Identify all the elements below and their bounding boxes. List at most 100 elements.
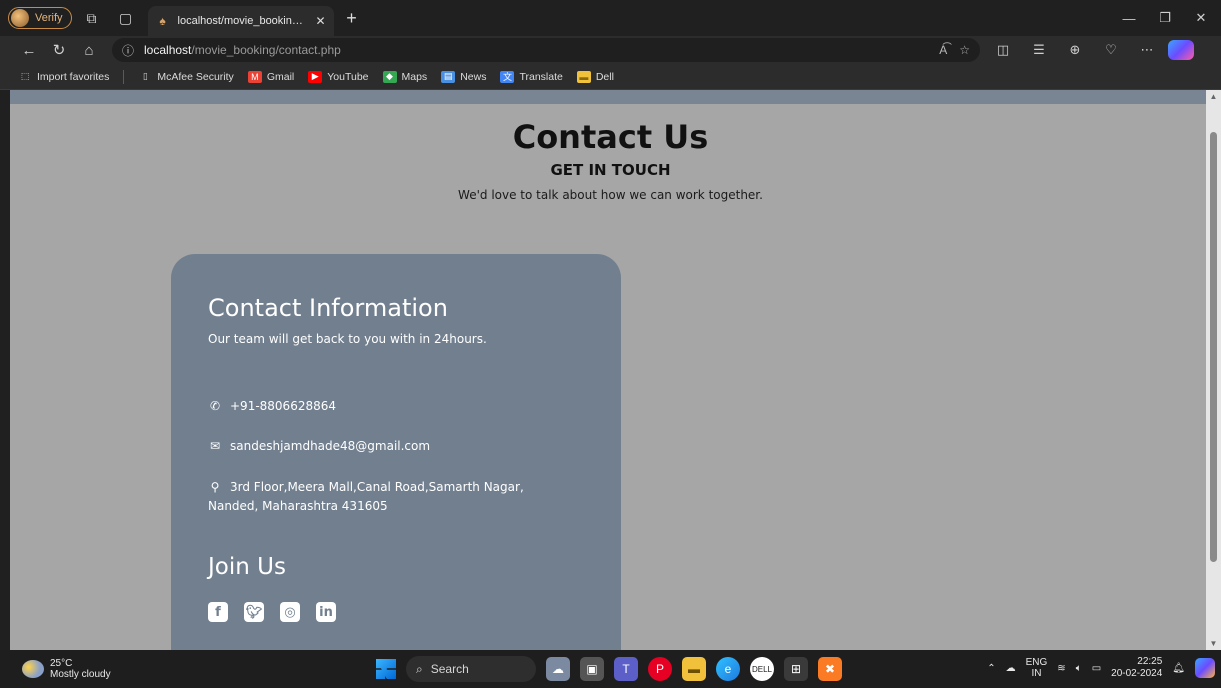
edge-icon[interactable]: e [716, 657, 740, 681]
copilot-icon[interactable] [1168, 40, 1194, 60]
contact-phone[interactable]: ✆ +91-8806628864 [208, 399, 336, 413]
weather-cloud-icon [22, 660, 44, 678]
news-icon: ▤ [441, 70, 456, 83]
url-path: /movie_booking/contact.php [191, 43, 341, 57]
dell-icon[interactable]: DELL [750, 657, 774, 681]
page-header-strip [10, 90, 1206, 104]
restore-icon[interactable]: ❐ [1151, 4, 1179, 32]
close-tab-icon[interactable]: ✕ [315, 14, 325, 28]
email-address: sandeshjamdhade48@gmail.com [230, 439, 431, 453]
home-icon[interactable]: ⌂ [74, 37, 104, 63]
widgets-app-icon[interactable]: ☁ [546, 657, 570, 681]
search-label: Search [430, 662, 469, 676]
tray-overflow-icon[interactable]: ⌃ [987, 663, 995, 674]
windows-taskbar: 1 25°C Mostly cloudy ⌕ Search ☁ ▣ T P ▬ … [0, 650, 1221, 688]
contact-card-subtitle: Our team will get back to you with in 24… [208, 332, 487, 346]
envelope-icon: ✉ [209, 439, 221, 453]
onedrive-icon[interactable]: ☁ [1006, 663, 1016, 674]
address-toolbar: ← ↻ ⌂ ⓘ localhost/movie_booking/contact.… [0, 36, 1221, 64]
new-tab-icon[interactable]: + [338, 4, 366, 32]
temperature: 25°C [50, 658, 73, 669]
refresh-icon[interactable]: ↻ [44, 37, 74, 63]
address-line-1: 3rd Floor,Meera Mall,Canal Road,Samarth … [230, 480, 524, 494]
search-icon: ⌕ [416, 661, 423, 676]
address-bar-actions: A͡ ☆ [939, 43, 970, 57]
tab-active[interactable]: ♠ localhost/movie_booking/contac ✕ [147, 6, 334, 36]
contact-address: ⚲ 3rd Floor,Meera Mall,Canal Road,Samart… [208, 480, 524, 494]
tab-actions-icon[interactable]: ▢ [112, 4, 140, 32]
profile-label: Verify [35, 12, 63, 24]
task-view-icon[interactable]: ▣ [580, 657, 604, 681]
join-us-title: Join Us [208, 554, 286, 580]
teams-icon[interactable]: T [614, 657, 638, 681]
bookmark-translate[interactable]: 文 Translate [500, 70, 563, 83]
taskbar-apps: ⌕ Search ☁ ▣ T P ▬ e DELL ⊞ ✖ [376, 656, 842, 682]
address-bar[interactable]: ⓘ localhost/movie_booking/contact.php A͡… [112, 38, 980, 62]
social-links: f 🐦︎ ◎ in [208, 602, 336, 622]
twitter-icon[interactable]: 🐦︎ [244, 602, 264, 622]
battery-icon[interactable]: ▭ [1092, 663, 1101, 674]
notification-bell-icon[interactable]: 🔔︎ [1172, 663, 1185, 674]
contact-info-card: Contact Information Our team will get ba… [171, 254, 621, 654]
bookmark-maps[interactable]: ◆ Maps [382, 70, 427, 83]
back-icon[interactable]: ← [14, 37, 44, 63]
page-subtitle: GET IN TOUCH [550, 161, 671, 179]
favorite-star-icon[interactable]: ☆ [959, 43, 970, 57]
page-icon: ▯ [142, 71, 148, 81]
favorites-icon[interactable]: ☰ [1024, 37, 1054, 63]
weather-widget[interactable]: 1 25°C Mostly cloudy [22, 658, 111, 680]
bookmark-gmail[interactable]: M Gmail [247, 70, 294, 83]
taskbar-search[interactable]: ⌕ Search [406, 656, 536, 682]
copilot-taskbar-icon[interactable] [1195, 658, 1215, 678]
browser-essentials-icon[interactable]: ♡ [1096, 37, 1126, 63]
split-screen-icon[interactable]: ◫ [988, 37, 1018, 63]
browser-titlebar: Verify ⧉ ▢ ♠ localhost/movie_booking/con… [0, 0, 1221, 36]
address-line-2: Nanded, Maharashtra 431605 [208, 499, 388, 513]
bookmark-mcafee[interactable]: ▯ McAfee Security [138, 71, 234, 83]
volume-icon[interactable]: 🔈︎ [1076, 663, 1082, 674]
bookmark-youtube[interactable]: ▶ YouTube [308, 70, 369, 83]
url-text: localhost/movie_booking/contact.php [144, 43, 341, 57]
map-pin-icon: ⚲ [210, 480, 220, 494]
phone-icon: ✆ [209, 399, 221, 413]
collections-icon[interactable]: ⊕ [1060, 37, 1090, 63]
url-host: localhost [144, 43, 192, 57]
language-indicator[interactable]: ENG IN [1026, 657, 1048, 679]
start-icon[interactable] [376, 659, 396, 679]
bookmark-separator [123, 69, 125, 84]
pinterest-icon[interactable]: P [648, 657, 672, 681]
close-window-icon[interactable]: ✕ [1187, 4, 1215, 32]
file-explorer-icon[interactable]: ▬ [682, 657, 706, 681]
minimize-icon[interactable]: — [1115, 4, 1143, 32]
workspaces-icon[interactable]: ⧉ [78, 4, 106, 32]
facebook-icon[interactable]: f [208, 602, 228, 622]
xampp-icon[interactable]: ✖ [818, 657, 842, 681]
translate-icon: 文 [500, 70, 515, 83]
folder-icon: ▬ [576, 70, 591, 83]
scroll-up-icon[interactable]: ▲ [1209, 92, 1218, 101]
bookmark-import-favorites[interactable]: ⬚ Import favorites [18, 71, 110, 83]
site-favicon-icon: ♠ [159, 14, 166, 28]
weather-condition: Mostly cloudy [50, 669, 111, 680]
tab-title: localhost/movie_booking/contac [177, 15, 308, 27]
more-options-icon[interactable]: ⋯ [1132, 37, 1162, 63]
wifi-icon[interactable]: ≋ [1057, 663, 1065, 674]
import-icon: ⬚ [20, 71, 30, 81]
contact-email[interactable]: ✉ sandeshjamdhade48@gmail.com [208, 439, 430, 453]
bookmark-news[interactable]: ▤ News [441, 70, 486, 83]
scroll-down-icon[interactable]: ▼ [1209, 639, 1218, 648]
store-icon[interactable]: ⊞ [784, 657, 808, 681]
bookmarks-bar: ⬚ Import favorites ▯ McAfee Security M Gmai… [0, 64, 1221, 90]
profile-button[interactable]: Verify [8, 7, 72, 29]
linkedin-icon[interactable]: in [316, 602, 336, 622]
instagram-icon[interactable]: ◎ [280, 602, 300, 622]
system-tray: ⌃ ☁ ENG IN ≋ 🔈︎ ▭ 22:25 20-02-2024 🔔︎ [987, 656, 1215, 680]
read-aloud-icon[interactable]: A͡ [939, 43, 947, 57]
bookmark-dell[interactable]: ▬ Dell [576, 70, 614, 83]
info-icon[interactable]: ⓘ [122, 42, 134, 59]
clock[interactable]: 22:25 20-02-2024 [1111, 656, 1162, 680]
phone-number: +91-8806628864 [230, 399, 337, 413]
window-controls: — ❐ ✕ [1115, 4, 1221, 32]
browser-tools: ◫ ☰ ⊕ ♡ ⋯ [988, 37, 1162, 63]
youtube-icon: ▶ [308, 70, 323, 83]
